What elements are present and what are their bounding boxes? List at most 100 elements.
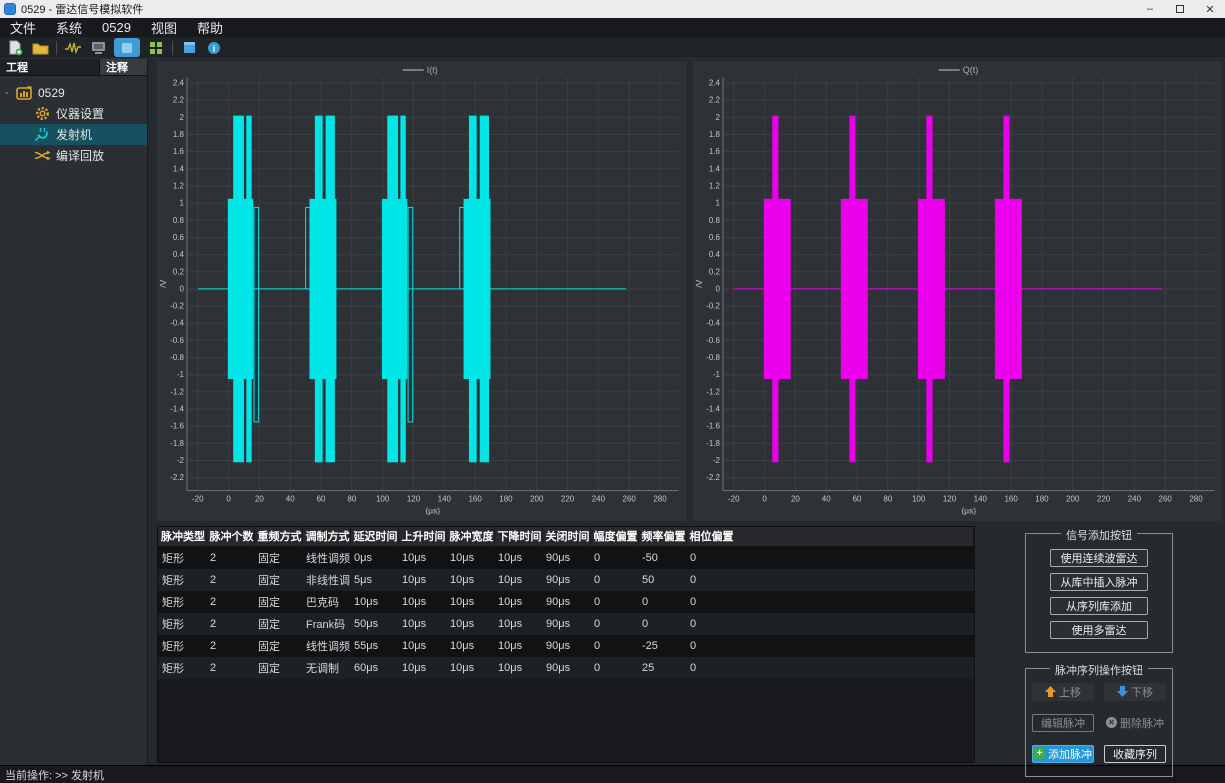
table-cell: 2	[206, 635, 254, 657]
menu-bar: 文件系统0529视图帮助	[0, 18, 1225, 37]
table-cell: 90μs	[542, 547, 590, 569]
signal-add-button-2[interactable]: 从库中插入脉冲	[1050, 573, 1148, 591]
tree-item-instrument-settings[interactable]: 仪器设置	[0, 103, 147, 124]
table-cell: 50μs	[350, 613, 398, 635]
edit-pulse-button[interactable]: 编辑脉冲	[1032, 714, 1094, 732]
add-pulse-label: 添加脉冲	[1048, 746, 1092, 762]
svg-text:2: 2	[715, 113, 720, 122]
svg-text:-20: -20	[727, 495, 739, 504]
table-cell: 固定	[254, 569, 302, 591]
menu-item-1[interactable]: 文件	[0, 18, 46, 37]
table-row[interactable]: 矩形2固定无调制60μs10μs10μs10μs90μs0250	[158, 657, 974, 679]
right-panel: 信号添加按钮 使用连续波雷达从库中插入脉冲从序列库添加使用多雷达 脉冲序列操作按…	[975, 526, 1222, 777]
svg-text:100: 100	[911, 495, 925, 504]
table-cell: 10μs	[446, 547, 494, 569]
menu-item-4[interactable]: 视图	[141, 18, 187, 37]
table-cell: 2	[206, 569, 254, 591]
collapse-expander[interactable]: -	[5, 87, 15, 99]
svg-text:(μs): (μs)	[425, 506, 440, 516]
waveform-button[interactable]	[64, 39, 82, 57]
menu-item-5[interactable]: 帮助	[187, 18, 233, 37]
svg-text:-2.2: -2.2	[706, 473, 720, 482]
svg-text:2.4: 2.4	[173, 78, 185, 87]
svg-text:(μs): (μs)	[961, 506, 976, 516]
table-cell: 线性调频	[302, 635, 350, 657]
svg-text:40: 40	[286, 495, 295, 504]
table-cell: 10μs	[494, 591, 542, 613]
about-button[interactable]: i	[205, 39, 223, 57]
download-device-button[interactable]	[89, 39, 107, 57]
svg-text:-1.6: -1.6	[706, 422, 720, 431]
table-cell: 固定	[254, 613, 302, 635]
delete-pulse-button[interactable]: ✕ 删除脉冲	[1104, 714, 1166, 732]
table-cell: 0	[686, 547, 974, 569]
new-file-button[interactable]	[6, 39, 24, 57]
table-cell: 2	[206, 613, 254, 635]
tab-project[interactable]: 工程	[0, 59, 99, 75]
menu-item-2[interactable]: 系统	[46, 18, 92, 37]
signal-add-button-3[interactable]: 从序列库添加	[1050, 597, 1148, 615]
table-cell: 矩形	[158, 591, 206, 613]
signal-add-button-4[interactable]: 使用多雷达	[1050, 621, 1148, 639]
single-view-button[interactable]	[114, 38, 140, 57]
table-cell: 0	[590, 657, 638, 679]
favorite-sequence-button[interactable]: 收藏序列	[1104, 745, 1166, 763]
svg-text:240: 240	[592, 495, 606, 504]
svg-text:280: 280	[653, 495, 667, 504]
svg-text:2.4: 2.4	[708, 78, 720, 87]
table-row[interactable]: 矩形2固定线性调频55μs10μs10μs10μs90μs0-250	[158, 635, 974, 657]
svg-text:-1.8: -1.8	[170, 439, 184, 448]
minimize-button[interactable]: –	[1135, 0, 1165, 18]
signal-add-button-1[interactable]: 使用连续波雷达	[1050, 549, 1148, 567]
table-cell: 50	[638, 569, 686, 591]
sequence-ops-grid: 上移 下移 编辑脉冲 ✕ 删除脉冲	[1032, 683, 1166, 763]
svg-text:-0.2: -0.2	[170, 302, 184, 311]
table-cell: 10μs	[446, 569, 494, 591]
svg-text:0.8: 0.8	[173, 216, 185, 225]
main-area: 工程 注释 - 0529 仪器设置 发射机	[0, 59, 1225, 765]
svg-text:0: 0	[762, 495, 767, 504]
table-row[interactable]: 矩形2固定Frank码50μs10μs10μs10μs90μs000	[158, 613, 974, 635]
open-project-button[interactable]	[31, 39, 49, 57]
menu-item-3[interactable]: 0529	[92, 20, 141, 35]
toolbar-separator	[172, 41, 173, 55]
move-down-button[interactable]: 下移	[1104, 683, 1166, 701]
add-pulse-button[interactable]: + 添加脉冲	[1032, 745, 1094, 763]
table-header-cell: 关闭时间	[542, 527, 590, 547]
panel-button[interactable]	[180, 39, 198, 57]
table-cell: 10μs	[398, 547, 446, 569]
table-cell: 固定	[254, 635, 302, 657]
svg-text:-1.2: -1.2	[706, 387, 720, 396]
table-cell: 0	[686, 635, 974, 657]
table-row[interactable]: 矩形2固定非线性调频5μs10μs10μs10μs90μs0500	[158, 569, 974, 591]
svg-text:200: 200	[1066, 495, 1080, 504]
tree-item-label: 发射机	[56, 126, 92, 143]
table-row[interactable]: 矩形2固定巴克码10μs10μs10μs10μs90μs000	[158, 591, 974, 613]
table-cell: 60μs	[350, 657, 398, 679]
svg-text:80: 80	[883, 495, 892, 504]
table-cell: 0	[686, 613, 974, 635]
svg-text:-2: -2	[177, 456, 185, 465]
table-cell: 25	[638, 657, 686, 679]
table-header-cell: 延迟时间	[350, 527, 398, 547]
tree-root-0529[interactable]: - 0529	[0, 82, 147, 103]
tile-view-icon	[149, 41, 163, 55]
svg-text:0.2: 0.2	[708, 267, 720, 276]
tile-view-button[interactable]	[147, 39, 165, 57]
svg-text:80: 80	[347, 495, 356, 504]
close-button[interactable]: ✕	[1195, 0, 1225, 18]
table-header-cell: 频率偏置	[638, 527, 686, 547]
svg-text:/V: /V	[693, 279, 703, 287]
table-cell: 矩形	[158, 547, 206, 569]
device-icon	[90, 41, 107, 55]
tab-notes[interactable]: 注释	[99, 59, 147, 75]
table-row[interactable]: 矩形2固定线性调频0μs10μs10μs10μs90μs0-500	[158, 547, 974, 569]
table-cell: 0	[686, 569, 974, 591]
tree-item-compile-playback[interactable]: 编译回放	[0, 145, 147, 166]
table-header-cell: 调制方式	[302, 527, 350, 547]
svg-text:0.6: 0.6	[173, 233, 185, 242]
tree-item-transmitter[interactable]: 发射机	[0, 124, 147, 145]
tree-item-label: 编译回放	[56, 147, 104, 164]
maximize-button[interactable]	[1165, 0, 1195, 18]
move-up-button[interactable]: 上移	[1032, 683, 1094, 701]
